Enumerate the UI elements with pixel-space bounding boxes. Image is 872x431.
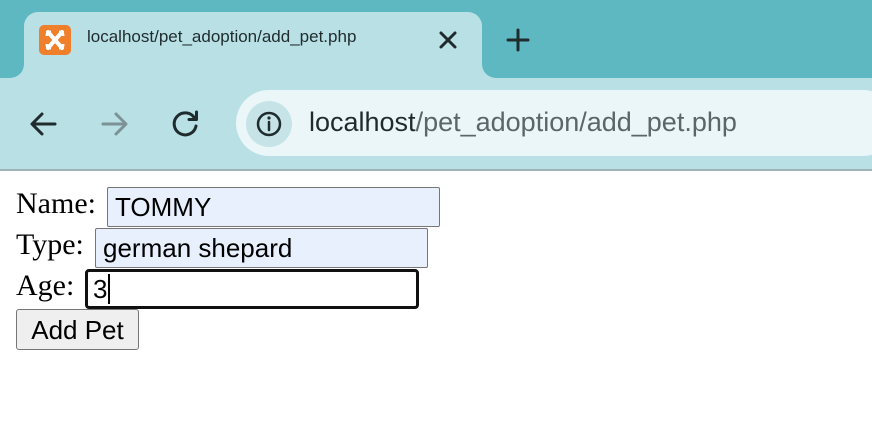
new-tab-icon[interactable] (504, 26, 532, 54)
back-arrow-icon[interactable] (25, 105, 63, 143)
forward-arrow-icon[interactable] (95, 105, 133, 143)
name-input[interactable]: TOMMY (107, 187, 440, 227)
site-info-icon[interactable] (246, 101, 292, 147)
age-input[interactable]: 3 (85, 269, 419, 309)
text-caret (108, 274, 111, 305)
name-label: Name: (16, 187, 96, 220)
browser-chrome: localhost/pet_adoption/add_pet.php local… (0, 0, 872, 171)
age-label: Age: (16, 269, 75, 302)
close-tab-icon[interactable] (434, 26, 462, 54)
url-host: localhost (309, 107, 416, 137)
age-value: 3 (93, 274, 108, 304)
tab-title: localhost/pet_adoption/add_pet.php (87, 27, 357, 46)
url-text[interactable]: localhost/pet_adoption/add_pet.php (309, 107, 737, 138)
add-pet-button[interactable]: Add Pet (16, 309, 139, 350)
active-tab[interactable] (24, 12, 482, 82)
type-input[interactable]: german shepard (95, 228, 428, 268)
tab-corner (482, 64, 496, 78)
url-path: /pet_adoption/add_pet.php (415, 107, 737, 137)
xampp-icon (39, 25, 71, 55)
tab-corner (0, 64, 24, 78)
reload-icon[interactable] (166, 105, 204, 143)
type-label: Type: (16, 228, 84, 261)
